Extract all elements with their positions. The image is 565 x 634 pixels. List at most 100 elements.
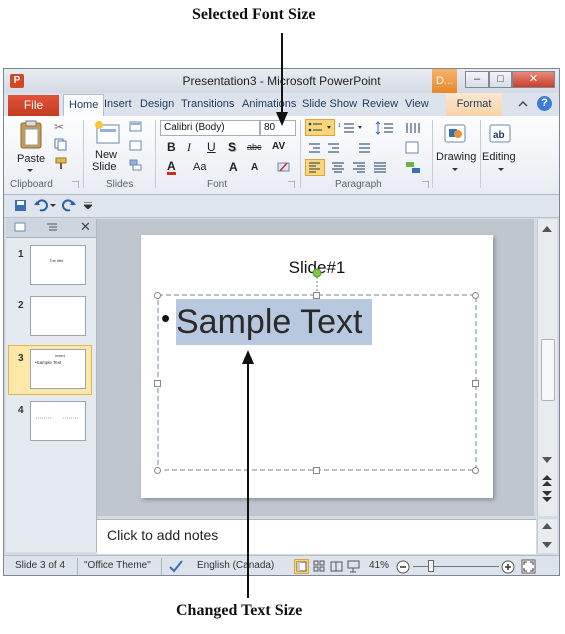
maximize-button[interactable]: □ bbox=[489, 71, 512, 88]
theme-name[interactable]: "Office Theme" bbox=[84, 560, 151, 571]
grow-font-button[interactable]: A bbox=[229, 160, 238, 174]
chevron-down-icon[interactable] bbox=[498, 168, 504, 172]
italic-button[interactable]: I bbox=[187, 140, 191, 155]
resize-handle[interactable] bbox=[154, 380, 161, 387]
previous-slide-icon[interactable] bbox=[542, 475, 552, 487]
caret-up-icon[interactable] bbox=[518, 99, 528, 109]
scroll-down-icon[interactable] bbox=[542, 457, 552, 463]
zoom-level[interactable]: 41% bbox=[369, 560, 389, 571]
format-painter-icon[interactable] bbox=[55, 157, 68, 170]
paste-icon[interactable] bbox=[18, 120, 44, 150]
redo-icon[interactable] bbox=[62, 199, 76, 212]
align-center-icon[interactable] bbox=[329, 161, 347, 175]
section-icon[interactable] bbox=[129, 159, 142, 172]
close-icon[interactable]: ✕ bbox=[80, 219, 91, 235]
font-color-button[interactable]: A bbox=[167, 160, 176, 175]
numbering-icon[interactable]: 1 bbox=[338, 121, 364, 135]
close-button[interactable]: ✕ bbox=[512, 71, 555, 88]
tab-design[interactable]: Design bbox=[140, 98, 174, 110]
notes-pane[interactable]: Click to add notes bbox=[97, 519, 536, 554]
normal-view-button[interactable] bbox=[294, 559, 309, 574]
tab-insert[interactable]: Insert bbox=[104, 98, 132, 110]
columns-icon[interactable] bbox=[404, 121, 430, 135]
zoom-slider-thumb[interactable] bbox=[428, 560, 434, 572]
layout-icon[interactable] bbox=[129, 121, 142, 134]
reset-icon[interactable] bbox=[129, 140, 142, 153]
paste-label[interactable]: Paste bbox=[17, 153, 45, 165]
slide-thumbnail-4[interactable] bbox=[30, 401, 86, 441]
shadow-button[interactable]: S bbox=[228, 140, 236, 154]
resize-handle[interactable] bbox=[313, 467, 320, 474]
align-left-button[interactable] bbox=[305, 159, 325, 176]
resize-handle[interactable] bbox=[313, 292, 320, 299]
tab-file[interactable]: File bbox=[8, 95, 59, 116]
smartart-icon[interactable] bbox=[404, 161, 426, 175]
slides-tab-icon[interactable] bbox=[14, 222, 26, 233]
fit-to-window-icon[interactable] bbox=[521, 559, 536, 574]
tab-review[interactable]: Review bbox=[362, 98, 398, 110]
change-case-button[interactable]: Aa bbox=[193, 161, 206, 173]
shrink-font-button[interactable]: A bbox=[251, 162, 258, 173]
justify-icon[interactable] bbox=[371, 161, 389, 175]
tab-format[interactable]: Format bbox=[446, 93, 502, 116]
minimize-button[interactable]: – bbox=[465, 71, 489, 88]
zoom-slider-track[interactable] bbox=[413, 566, 499, 567]
vertical-scrollbar[interactable] bbox=[537, 219, 557, 516]
scroll-thumb[interactable] bbox=[541, 339, 555, 401]
help-icon[interactable]: ? bbox=[537, 96, 552, 111]
next-slide-icon[interactable] bbox=[542, 491, 552, 503]
dialog-launcher-icon[interactable] bbox=[288, 181, 295, 188]
drawing-label[interactable]: Drawing bbox=[436, 151, 476, 163]
slide-thumbnail-1[interactable]: Tne titte bbox=[30, 245, 86, 285]
spelling-check-icon[interactable] bbox=[168, 559, 184, 573]
slide-sorter-icon[interactable] bbox=[313, 560, 326, 573]
outline-tab-icon[interactable] bbox=[46, 222, 58, 233]
dialog-launcher-icon[interactable] bbox=[422, 181, 429, 188]
resize-handle[interactable] bbox=[472, 292, 479, 299]
tab-transitions[interactable]: Transitions bbox=[181, 98, 234, 110]
indent-icons[interactable] bbox=[308, 141, 344, 155]
reading-view-icon[interactable] bbox=[330, 560, 343, 573]
font-size-dropdown[interactable]: 80 bbox=[260, 120, 296, 136]
dialog-launcher-icon[interactable] bbox=[72, 181, 79, 188]
font-name-dropdown[interactable]: Calibri (Body) bbox=[160, 120, 260, 136]
copy-icon[interactable] bbox=[54, 138, 67, 151]
language[interactable]: English (Canada) bbox=[197, 560, 274, 571]
scroll-up-icon[interactable] bbox=[542, 523, 552, 529]
resize-handle[interactable] bbox=[154, 467, 161, 474]
resize-handle[interactable] bbox=[154, 292, 161, 299]
tab-animations[interactable]: Animations bbox=[242, 98, 296, 110]
scroll-up-icon[interactable] bbox=[542, 226, 552, 232]
notes-placeholder[interactable]: Click to add notes bbox=[107, 527, 218, 543]
character-spacing-button[interactable]: AV bbox=[272, 141, 285, 152]
text-direction-icon[interactable] bbox=[356, 141, 382, 155]
bullets-button[interactable] bbox=[305, 119, 335, 136]
undo-icon[interactable] bbox=[34, 199, 48, 212]
find-icon[interactable]: ab bbox=[488, 122, 512, 144]
resize-handle[interactable] bbox=[472, 380, 479, 387]
clear-formatting-icon[interactable] bbox=[277, 160, 290, 173]
slide-thumbnail-2[interactable] bbox=[30, 296, 86, 336]
chevron-down-icon[interactable] bbox=[50, 204, 56, 208]
tab-home[interactable]: Home bbox=[63, 94, 105, 116]
new-slide-label[interactable]: New bbox=[95, 149, 117, 161]
new-slide-label-2[interactable]: Slide bbox=[92, 161, 116, 173]
customize-qat-icon[interactable] bbox=[84, 202, 92, 209]
drawing-icon[interactable] bbox=[443, 122, 467, 144]
align-text-icon[interactable] bbox=[404, 141, 430, 155]
strikethrough-button[interactable]: abc bbox=[247, 142, 262, 152]
selected-body-text[interactable]: Sample Text bbox=[176, 299, 373, 345]
zoom-out-icon[interactable] bbox=[396, 560, 410, 574]
resize-handle[interactable] bbox=[472, 467, 479, 474]
align-right-icon[interactable] bbox=[350, 161, 368, 175]
chevron-down-icon[interactable] bbox=[452, 168, 458, 172]
bold-button[interactable]: B bbox=[167, 140, 176, 154]
slide-thumbnail-3[interactable]: Insert •Sample Text bbox=[30, 349, 86, 389]
slide-show-icon[interactable] bbox=[347, 560, 360, 573]
zoom-in-icon[interactable] bbox=[501, 560, 515, 574]
notes-scrollbar[interactable] bbox=[537, 519, 557, 553]
scroll-down-icon[interactable] bbox=[542, 542, 552, 548]
underline-button[interactable]: U bbox=[207, 140, 216, 154]
line-spacing-icon[interactable] bbox=[375, 121, 401, 135]
slide[interactable]: Slide#1 • Sample Text bbox=[141, 235, 493, 498]
